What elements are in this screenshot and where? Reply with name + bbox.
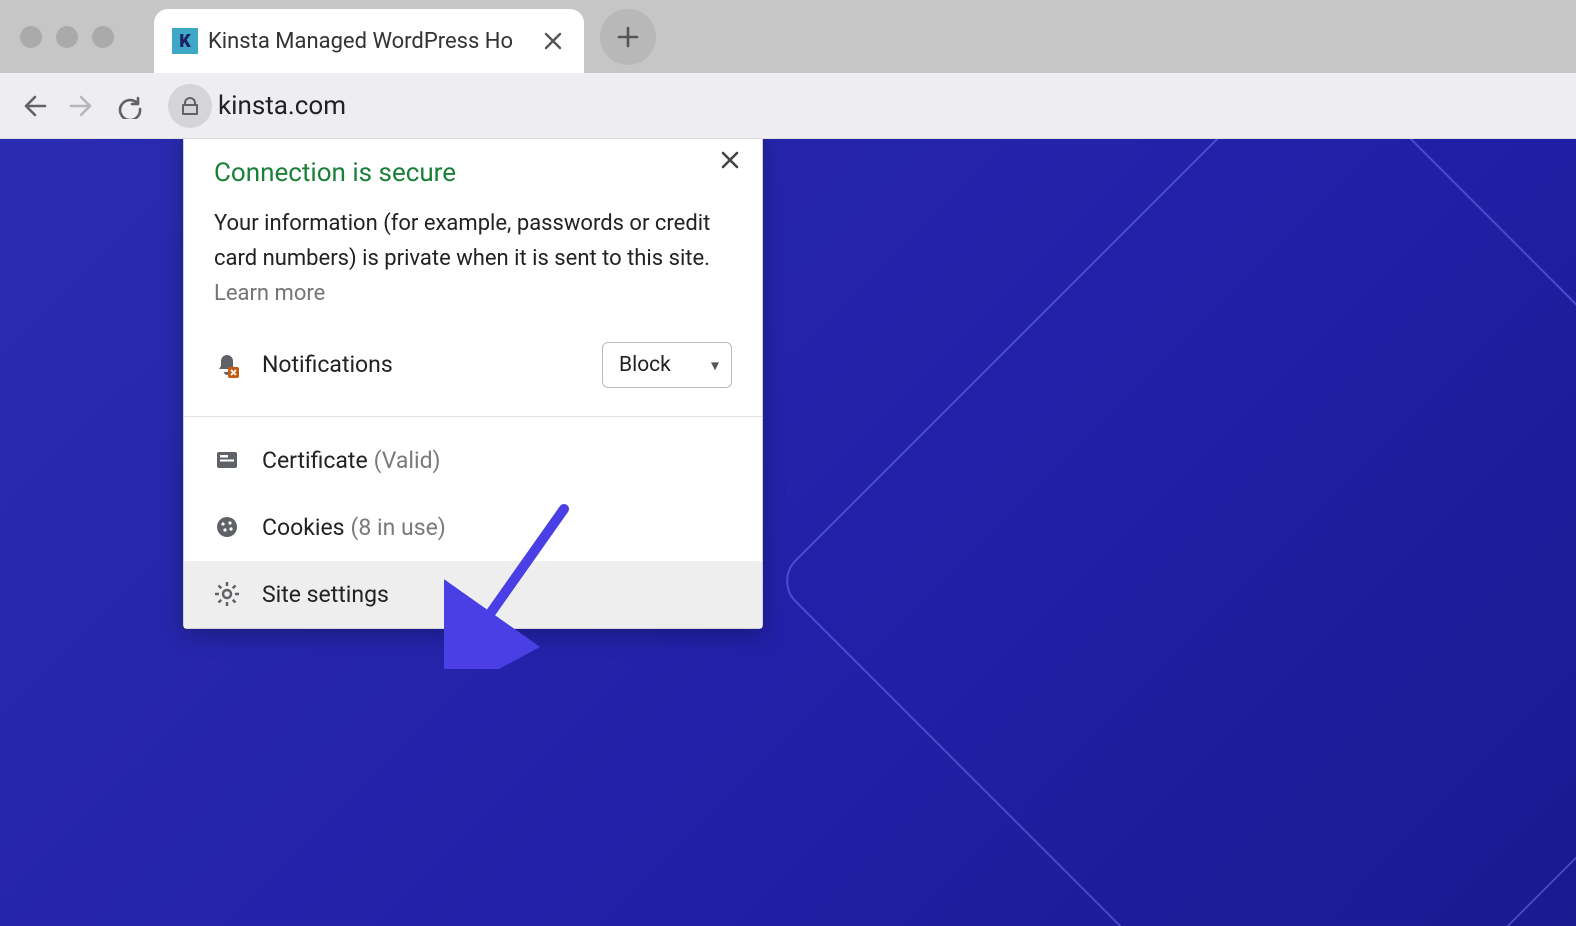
close-icon	[720, 150, 740, 170]
menu-item-site-settings[interactable]: Site settings	[184, 561, 762, 628]
url-text: kinsta.com	[218, 91, 346, 121]
reload-button[interactable]	[108, 84, 152, 128]
reload-icon	[117, 93, 143, 119]
back-button[interactable]	[12, 84, 56, 128]
site-info-popup: Connection is secure Your information (f…	[183, 139, 763, 629]
forward-button[interactable]	[60, 84, 104, 128]
plus-icon	[617, 26, 639, 48]
site-settings-label: Site settings	[262, 581, 389, 608]
window-close[interactable]	[20, 26, 42, 48]
cookie-icon	[214, 514, 244, 540]
tab-close-button[interactable]	[540, 28, 566, 54]
learn-more-link[interactable]: Learn more	[214, 281, 325, 306]
notifications-blocked-icon	[214, 352, 244, 378]
new-tab-button[interactable]	[600, 9, 656, 65]
close-icon	[544, 32, 562, 50]
tab-strip: K Kinsta Managed WordPress Ho	[0, 0, 1576, 73]
permission-value: Block	[619, 353, 671, 377]
certificate-label: Certificate	[262, 447, 368, 474]
site-info-button[interactable]	[168, 84, 212, 128]
certificate-icon	[214, 447, 244, 473]
window-maximize[interactable]	[92, 26, 114, 48]
permission-label: Notifications	[262, 351, 602, 378]
page-content: Connection is secure Your information (f…	[0, 139, 1576, 926]
gear-icon	[214, 581, 244, 607]
permission-dropdown[interactable]: Block	[602, 342, 732, 388]
popup-close-button[interactable]	[716, 146, 744, 174]
window-minimize[interactable]	[56, 26, 78, 48]
cookies-label: Cookies	[262, 514, 345, 541]
popup-description: Your information (for example, passwords…	[184, 188, 762, 312]
browser-tab[interactable]: K Kinsta Managed WordPress Ho	[154, 9, 584, 73]
arrow-left-icon	[21, 93, 47, 119]
menu-item-certificate[interactable]: Certificate (Valid)	[184, 427, 762, 494]
tab-favicon: K	[172, 28, 198, 54]
popup-description-text: Your information (for example, passwords…	[214, 211, 710, 271]
menu-item-cookies[interactable]: Cookies (8 in use)	[184, 494, 762, 561]
popup-title: Connection is secure	[214, 158, 732, 188]
certificate-sub: (Valid)	[374, 447, 441, 474]
address-bar[interactable]: kinsta.com	[168, 84, 1564, 128]
lock-icon	[180, 96, 200, 116]
toolbar: kinsta.com	[0, 73, 1576, 139]
permission-row-notifications: Notifications Block	[184, 312, 762, 416]
window-controls	[20, 26, 114, 48]
arrow-right-icon	[69, 93, 95, 119]
tab-title: Kinsta Managed WordPress Ho	[208, 29, 530, 54]
cookies-sub: (8 in use)	[351, 514, 446, 541]
